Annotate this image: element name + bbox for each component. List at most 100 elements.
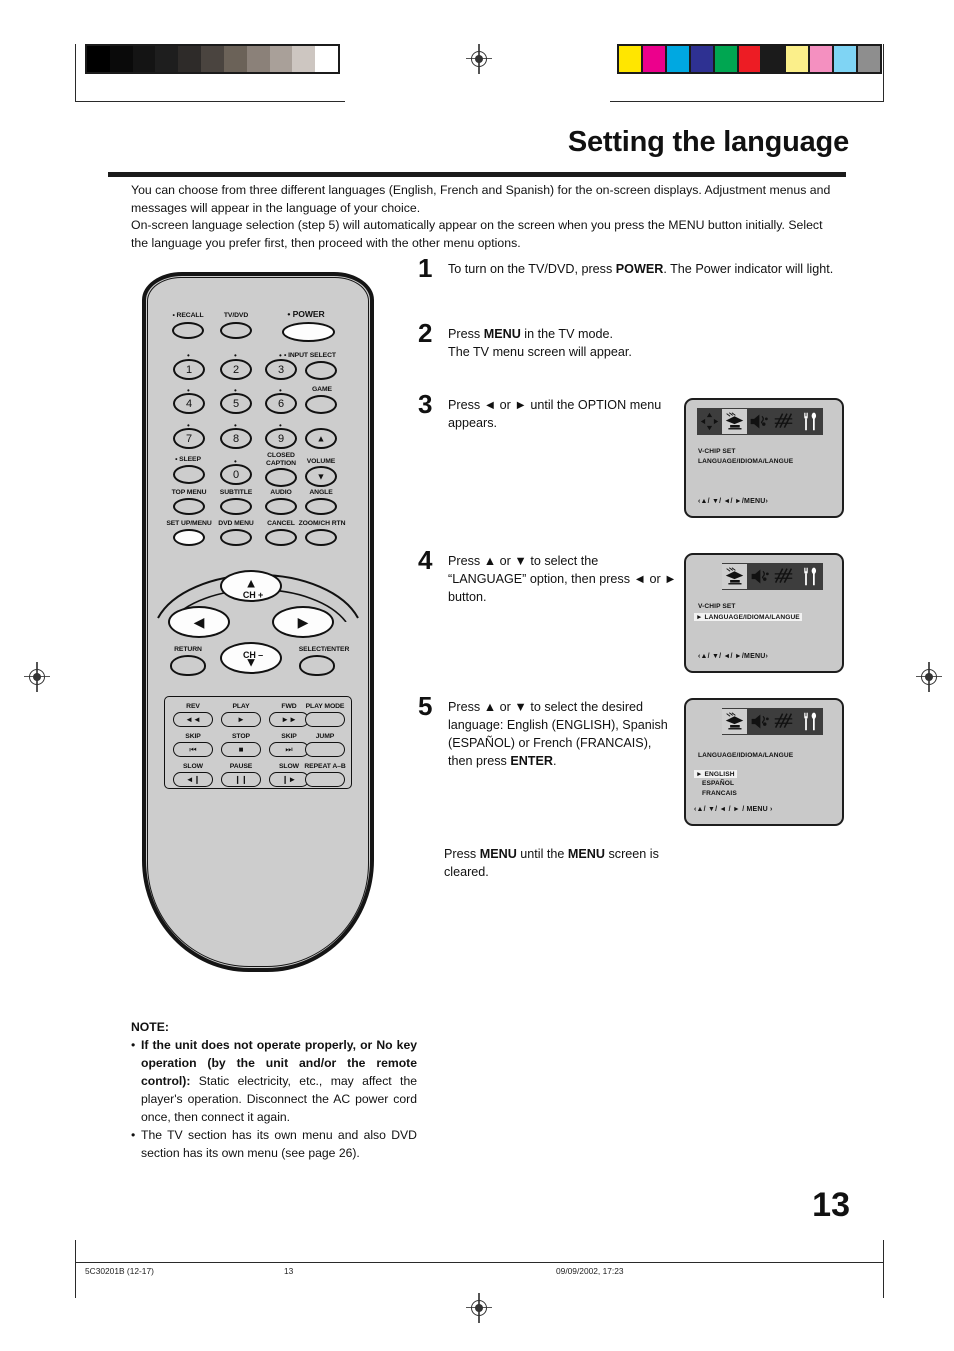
step-3: 3 Press ◄ or ► until the OPTION menu app… xyxy=(418,391,678,432)
digit-7-button[interactable]: 7 xyxy=(173,428,205,449)
step-4: 4 Press ▲ or ▼ to select the “LANGUAGE” … xyxy=(418,547,678,606)
skip-fwd-button[interactable]: ⏭ xyxy=(269,742,309,757)
volume-down-button[interactable]: ▼ xyxy=(305,466,337,487)
setup-menu-button[interactable] xyxy=(173,529,205,546)
audio-button[interactable] xyxy=(265,498,297,515)
dvd-transport-panel: REV ◄◄ PLAY ► FWD ►► PLAY MODE SKIP ⏮ STOP ■ SKIP ⏭ J… xyxy=(164,696,352,789)
digit-6-button[interactable]: 6 xyxy=(265,393,297,414)
skip-back-button-glyph-icon: ⏮ xyxy=(189,744,197,754)
game-button[interactable] xyxy=(305,395,337,414)
digit-1-button[interactable]: 1 xyxy=(173,359,205,380)
picture-icon[interactable] xyxy=(722,709,747,734)
digit-9-button[interactable]: 9 xyxy=(265,428,297,449)
rev-button[interactable]: ◄◄ xyxy=(173,712,213,727)
picture-icon[interactable] xyxy=(722,564,747,589)
color-swatch-10 xyxy=(858,46,880,72)
angle-label: ANGLE xyxy=(309,489,333,496)
step-1-text: To turn on the TV/DVD, press POWER. The … xyxy=(448,262,834,276)
remote-control-diagram: • RECALL TV/DVD • POWER • 1 • 2 • 3 • IN… xyxy=(142,272,374,972)
crop-rule-top xyxy=(75,101,345,103)
audio-icon[interactable] xyxy=(747,409,772,434)
tools-icon[interactable] xyxy=(796,409,823,434)
jump-button[interactable] xyxy=(305,742,345,757)
digit-8-button[interactable]: 8 xyxy=(220,428,252,449)
digit-2-button[interactable]: 2 xyxy=(220,359,252,380)
note-item-2: The TV section has its own menu and also… xyxy=(131,1126,417,1162)
note-block: NOTE: If the unit does not operate prope… xyxy=(131,1018,417,1162)
tvdvd-label: TV/DVD xyxy=(223,312,249,319)
closing-instruction: Press MENU until the MENU screen is clea… xyxy=(444,847,659,879)
crop-mark-left-bottom xyxy=(75,1240,77,1298)
osd-icon-bar xyxy=(722,708,823,735)
left-arrow-button[interactable]: ◀ xyxy=(168,606,230,638)
fwd-button[interactable]: ►► xyxy=(269,712,309,727)
grayscale-swatch-5 xyxy=(201,46,224,72)
osd1-hint: ‹▲/ ▼/ ◄/ ►/MENU› xyxy=(698,498,768,505)
select-enter-button[interactable] xyxy=(299,655,335,676)
dvd-menu-button[interactable] xyxy=(220,529,252,546)
pause-button-label: PAUSE xyxy=(229,763,253,770)
return-button[interactable] xyxy=(170,655,206,676)
tools-icon[interactable] xyxy=(796,564,823,589)
osd2-line-0: V-CHIP SET xyxy=(698,603,736,610)
play-button-label: PLAY xyxy=(232,703,250,710)
slow-back-button-label: SLOW xyxy=(183,763,203,770)
angle-button[interactable] xyxy=(305,498,337,515)
signal-icon[interactable] xyxy=(772,709,797,734)
color-swatch-1 xyxy=(642,46,667,72)
play-button[interactable]: ► xyxy=(221,712,261,727)
zoom-ch-rtn-label: ZOOM/CH RTN xyxy=(298,520,346,527)
skip-back-button-label: SKIP xyxy=(185,733,201,740)
zoom-ch-rtn-button[interactable] xyxy=(305,529,337,546)
pause-button[interactable]: ❙❙ xyxy=(221,772,261,787)
slow-fwd-button-glyph-icon: ❙► xyxy=(281,774,297,784)
subtitle-button[interactable] xyxy=(220,498,252,515)
input-select-button[interactable] xyxy=(305,361,337,380)
sleep-button[interactable] xyxy=(173,465,205,484)
audio-icon[interactable] xyxy=(747,709,772,734)
repeat-ab-button[interactable] xyxy=(305,772,345,787)
slow-fwd-button[interactable]: ❙► xyxy=(269,772,309,787)
top-menu-button[interactable] xyxy=(173,498,205,515)
recall-button[interactable] xyxy=(172,322,204,339)
picture-icon[interactable] xyxy=(721,409,747,434)
audio-icon[interactable] xyxy=(747,564,772,589)
footer-divider xyxy=(75,1262,883,1264)
digit-0-button[interactable]: 0 xyxy=(220,464,252,485)
cancel-button[interactable] xyxy=(265,529,297,546)
step-5: 5 Press ▲ or ▼ to select the desired lan… xyxy=(418,693,678,770)
step-2: 2 Press MENU in the TV mode. The TV menu … xyxy=(418,320,848,361)
osd1-line-0: V-CHIP SET xyxy=(698,448,736,455)
tools-icon[interactable] xyxy=(796,709,823,734)
step-1: 1 To turn on the TV/DVD, press POWER. Th… xyxy=(418,253,848,283)
color-swatch-4 xyxy=(714,46,739,72)
channel-down-button[interactable]: CH – ▼ xyxy=(220,642,282,674)
step-4-text: Press ▲ or ▼ to select the “LANGUAGE” op… xyxy=(448,554,677,604)
power-button[interactable] xyxy=(282,322,335,342)
osd3-option-1: ESPAÑOL xyxy=(702,780,735,787)
grayscale-calibration-bar xyxy=(85,44,340,74)
digit-5-button[interactable]: 5 xyxy=(220,393,252,414)
osd-screen-language-list: LANGUAGE/IDIOMA/LANGUE ► ENGLISH ESPAÑOL… xyxy=(684,698,844,826)
right-arrow-button[interactable]: ▶ xyxy=(272,606,334,638)
signal-icon[interactable] xyxy=(772,564,797,589)
note-item-1: If the unit does not operate properly, o… xyxy=(131,1036,417,1126)
digit-3-button[interactable]: 3 xyxy=(265,359,297,380)
slow-back-button[interactable]: ◄❙ xyxy=(173,772,213,787)
play-mode-button[interactable] xyxy=(305,712,345,727)
digit-4-button[interactable]: 4 xyxy=(173,393,205,414)
signal-icon[interactable] xyxy=(771,409,796,434)
play-mode-button-label: PLAY MODE xyxy=(305,703,345,710)
volume-up-button[interactable]: ▲ xyxy=(305,428,337,449)
closed-caption-button[interactable] xyxy=(265,468,297,487)
position-icon[interactable] xyxy=(697,409,722,434)
step-1-number: 1 xyxy=(418,253,433,283)
grayscale-swatch-0 xyxy=(87,46,110,72)
osd3-option-0: ► ENGLISH xyxy=(694,770,737,778)
skip-back-button[interactable]: ⏮ xyxy=(173,742,213,757)
stop-button[interactable]: ■ xyxy=(221,742,261,757)
power-label: • POWER xyxy=(287,309,325,319)
tvdvd-button[interactable] xyxy=(220,322,252,339)
volume-label: VOLUME xyxy=(306,458,336,465)
channel-up-button[interactable]: ▲ CH + xyxy=(220,570,282,602)
